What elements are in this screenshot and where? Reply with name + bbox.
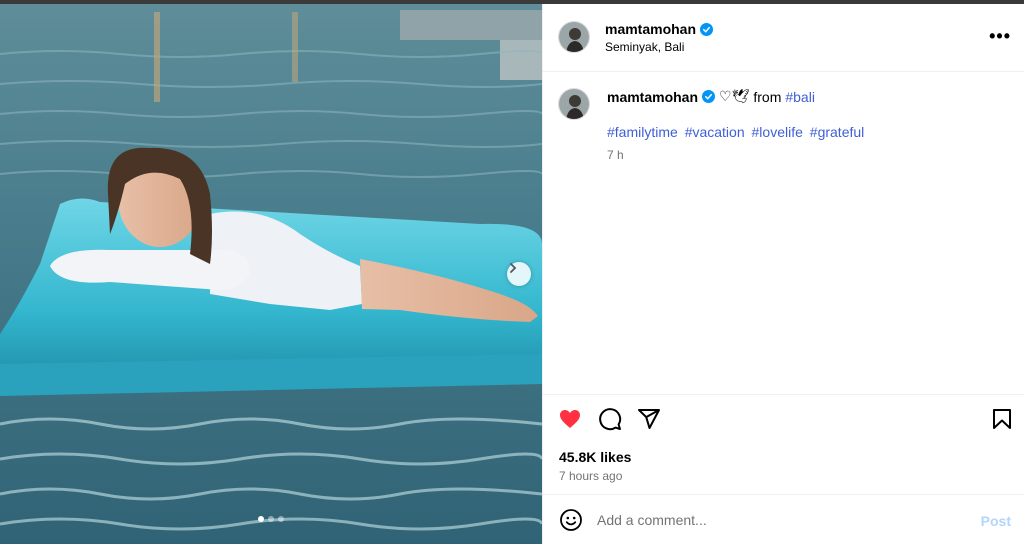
caption-emojis: ♡🕊	[719, 88, 750, 104]
verified-badge-icon	[702, 90, 716, 103]
likes-count[interactable]: 45.8K likes	[559, 449, 631, 465]
post-header: mamtamohan Seminyak, Bali •••	[543, 4, 1024, 72]
heart-filled-icon[interactable]	[558, 407, 582, 431]
caption-username[interactable]: mamtamohan	[607, 89, 698, 105]
more-options-icon[interactable]: •••	[989, 26, 1011, 47]
hashtag-link[interactable]: #lovelife	[752, 124, 803, 140]
avatar[interactable]	[558, 88, 590, 120]
bookmark-icon[interactable]	[990, 407, 1014, 431]
caption-from-text: from	[753, 88, 782, 105]
post-timestamp[interactable]: 7 hours ago	[559, 469, 622, 483]
verified-badge-icon	[700, 22, 714, 36]
author-username[interactable]: mamtamohan	[605, 21, 696, 37]
hashtag-link[interactable]: #vacation	[685, 124, 745, 140]
post-location[interactable]: Seminyak, Bali	[605, 40, 684, 54]
chevron-right-icon	[510, 263, 517, 273]
post-actions: 45.8K likes 7 hours ago	[543, 394, 1024, 494]
hashtag-link[interactable]: #familytime	[607, 124, 678, 140]
post-photo	[0, 4, 542, 544]
avatar[interactable]	[558, 21, 590, 53]
hashtag-link[interactable]: #grateful	[810, 124, 864, 140]
location-hashtag[interactable]: #bali	[785, 89, 815, 105]
caption-line: mamtamohan ♡🕊 from #bali	[607, 88, 815, 105]
caption-time: 7 h	[607, 148, 624, 162]
caption-hashtags: #familytime #vacation #lovelife #gratefu…	[607, 124, 867, 140]
carousel-dot-active	[258, 516, 264, 522]
comment-icon[interactable]	[598, 407, 622, 431]
emoji-icon[interactable]	[559, 508, 583, 532]
post-comment-button[interactable]: Post	[981, 513, 1011, 529]
carousel-indicator	[0, 516, 542, 522]
post-side-panel: mamtamohan Seminyak, Bali ••• mamtamohan…	[542, 4, 1024, 544]
comment-bar: Post	[543, 494, 1024, 544]
carousel-next-button[interactable]	[507, 262, 531, 286]
post-author: mamtamohan	[605, 21, 714, 37]
share-icon[interactable]	[637, 407, 661, 431]
carousel-dot	[268, 516, 274, 522]
carousel-dot	[278, 516, 284, 522]
comment-input[interactable]	[597, 507, 967, 533]
post-media[interactable]	[0, 4, 542, 544]
